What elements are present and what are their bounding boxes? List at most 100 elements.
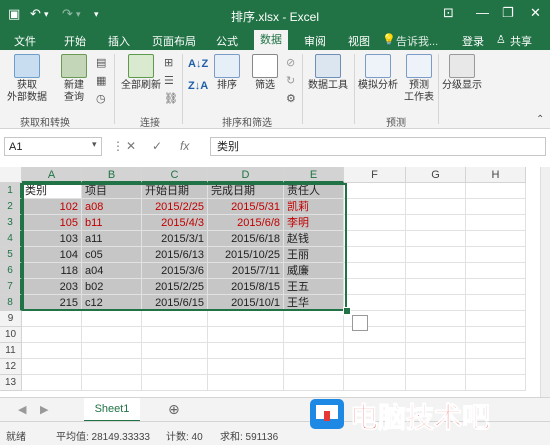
cell-e1[interactable]: 责任人 — [284, 183, 344, 199]
empty-cell[interactable] — [406, 263, 466, 279]
empty-cell[interactable] — [142, 311, 208, 327]
connections-icon[interactable]: ⊞ — [164, 56, 173, 69]
empty-cell[interactable] — [142, 375, 208, 391]
empty-cell[interactable] — [208, 343, 284, 359]
empty-cell[interactable] — [284, 375, 344, 391]
empty-cell[interactable] — [406, 295, 466, 311]
insert-function-icon[interactable]: fx — [180, 139, 189, 153]
cell-e4[interactable]: 赵钱 — [284, 231, 344, 247]
cell-b1[interactable]: 项目 — [82, 183, 142, 199]
cell-d7[interactable]: 2015/8/15 — [208, 279, 284, 295]
row-header[interactable]: 3 — [0, 215, 22, 231]
empty-cell[interactable] — [344, 295, 406, 311]
empty-cell[interactable] — [208, 327, 284, 343]
tell-me-box[interactable]: 告诉我... — [396, 33, 438, 49]
tab-view[interactable]: 视图 — [348, 33, 370, 49]
close-icon[interactable]: ✕ — [530, 5, 541, 21]
empty-cell[interactable] — [406, 199, 466, 215]
empty-cell[interactable] — [466, 263, 526, 279]
cancel-icon[interactable]: ✕ — [126, 139, 136, 153]
empty-cell[interactable] — [406, 231, 466, 247]
row-header[interactable]: 1 — [0, 183, 22, 199]
column-header-a[interactable]: A — [22, 167, 82, 183]
cell-d6[interactable]: 2015/7/11 — [208, 263, 284, 279]
from-table-icon[interactable]: ▦ — [96, 74, 106, 87]
empty-cell[interactable] — [466, 199, 526, 215]
tab-insert[interactable]: 插入 — [108, 33, 130, 49]
advanced-filter-icon[interactable]: ⚙ — [286, 92, 296, 105]
cell-a8[interactable]: 215 — [22, 295, 82, 311]
empty-cell[interactable] — [466, 215, 526, 231]
empty-cell[interactable] — [406, 215, 466, 231]
cell-d3[interactable]: 2015/6/8 — [208, 215, 284, 231]
cell-e7[interactable]: 王五 — [284, 279, 344, 295]
filter-button[interactable]: 筛选 — [250, 54, 280, 92]
empty-cell[interactable] — [142, 327, 208, 343]
column-header-g[interactable]: G — [406, 167, 466, 183]
empty-cell[interactable] — [208, 311, 284, 327]
empty-cell[interactable] — [466, 327, 526, 343]
empty-cell[interactable] — [406, 183, 466, 199]
tab-formulas[interactable]: 公式 — [216, 33, 238, 49]
cell-c1[interactable]: 开始日期 — [142, 183, 208, 199]
sheet-tab-sheet1[interactable]: Sheet1 — [84, 398, 140, 422]
empty-cell[interactable] — [466, 247, 526, 263]
tab-file[interactable]: 文件 — [14, 33, 36, 49]
show-queries-icon[interactable]: ▤ — [96, 56, 106, 69]
empty-cell[interactable] — [406, 247, 466, 263]
sort-a-to-z-icon[interactable]: A↓Z — [188, 58, 208, 70]
worksheet-grid[interactable]: ABCDEFGH 1 2 3 4 5 6 7 8 9 10 11 12 13 类别 项目 开始日期 完成日期责… — [0, 167, 540, 397]
row-header[interactable]: 8 — [0, 295, 22, 311]
tab-page-layout[interactable]: 页面布局 — [152, 33, 196, 49]
row-header[interactable]: 4 — [0, 231, 22, 247]
next-sheet-icon[interactable]: ▶ — [40, 403, 48, 416]
empty-cell[interactable] — [406, 279, 466, 295]
empty-cell[interactable] — [142, 343, 208, 359]
ribbon-display-icon[interactable]: ⊡ — [443, 5, 454, 21]
empty-cell[interactable] — [466, 359, 526, 375]
forecast-sheet-button[interactable]: 预测 工作表 — [402, 54, 436, 104]
column-header-b[interactable]: B — [82, 167, 142, 183]
empty-cell[interactable] — [22, 343, 82, 359]
cell-e2[interactable]: 凯莉 — [284, 199, 344, 215]
empty-cell[interactable] — [22, 375, 82, 391]
empty-cell[interactable] — [406, 375, 466, 391]
new-query-button[interactable]: 新建 查询 — [54, 54, 94, 104]
cell-a5[interactable]: 104 — [22, 247, 82, 263]
empty-cell[interactable] — [82, 311, 142, 327]
cell-e8[interactable]: 王华 — [284, 295, 344, 311]
column-header-f[interactable]: F — [344, 167, 406, 183]
login-link[interactable]: 登录 — [462, 33, 484, 49]
formula-input[interactable]: 类别 — [210, 137, 546, 156]
recent-sources-icon[interactable]: ◷ — [96, 92, 106, 105]
collapse-ribbon-icon[interactable]: ⌃ — [536, 114, 544, 125]
cell-b2[interactable]: a08 — [82, 199, 142, 215]
tab-data[interactable]: 数据 — [254, 30, 288, 50]
row-header[interactable]: 10 — [0, 327, 22, 343]
fill-handle[interactable] — [343, 307, 351, 315]
row-header[interactable]: 2 — [0, 199, 22, 215]
cell-e3[interactable]: 李明 — [284, 215, 344, 231]
tab-review[interactable]: 审阅 — [304, 33, 326, 49]
empty-cell[interactable] — [406, 311, 466, 327]
cell-c5[interactable]: 2015/6/13 — [142, 247, 208, 263]
minimize-icon[interactable]: — — [476, 5, 489, 20]
column-header-h[interactable]: H — [466, 167, 526, 183]
row-header[interactable]: 9 — [0, 311, 22, 327]
empty-cell[interactable] — [344, 199, 406, 215]
empty-cell[interactable] — [466, 311, 526, 327]
empty-cell[interactable] — [344, 375, 406, 391]
get-external-data-button[interactable]: 获取 外部数据 — [6, 54, 48, 104]
empty-cell[interactable] — [208, 359, 284, 375]
share-icon[interactable]: ♙ — [496, 33, 506, 46]
empty-cell[interactable] — [406, 343, 466, 359]
empty-cell[interactable] — [466, 375, 526, 391]
row-header[interactable]: 11 — [0, 343, 22, 359]
properties-icon[interactable]: ☰ — [164, 74, 174, 87]
tab-home[interactable]: 开始 — [64, 33, 86, 49]
empty-cell[interactable] — [82, 327, 142, 343]
empty-cell[interactable] — [22, 359, 82, 375]
row-header[interactable]: 7 — [0, 279, 22, 295]
cell-e6[interactable]: 威廉 — [284, 263, 344, 279]
empty-cell[interactable] — [406, 327, 466, 343]
